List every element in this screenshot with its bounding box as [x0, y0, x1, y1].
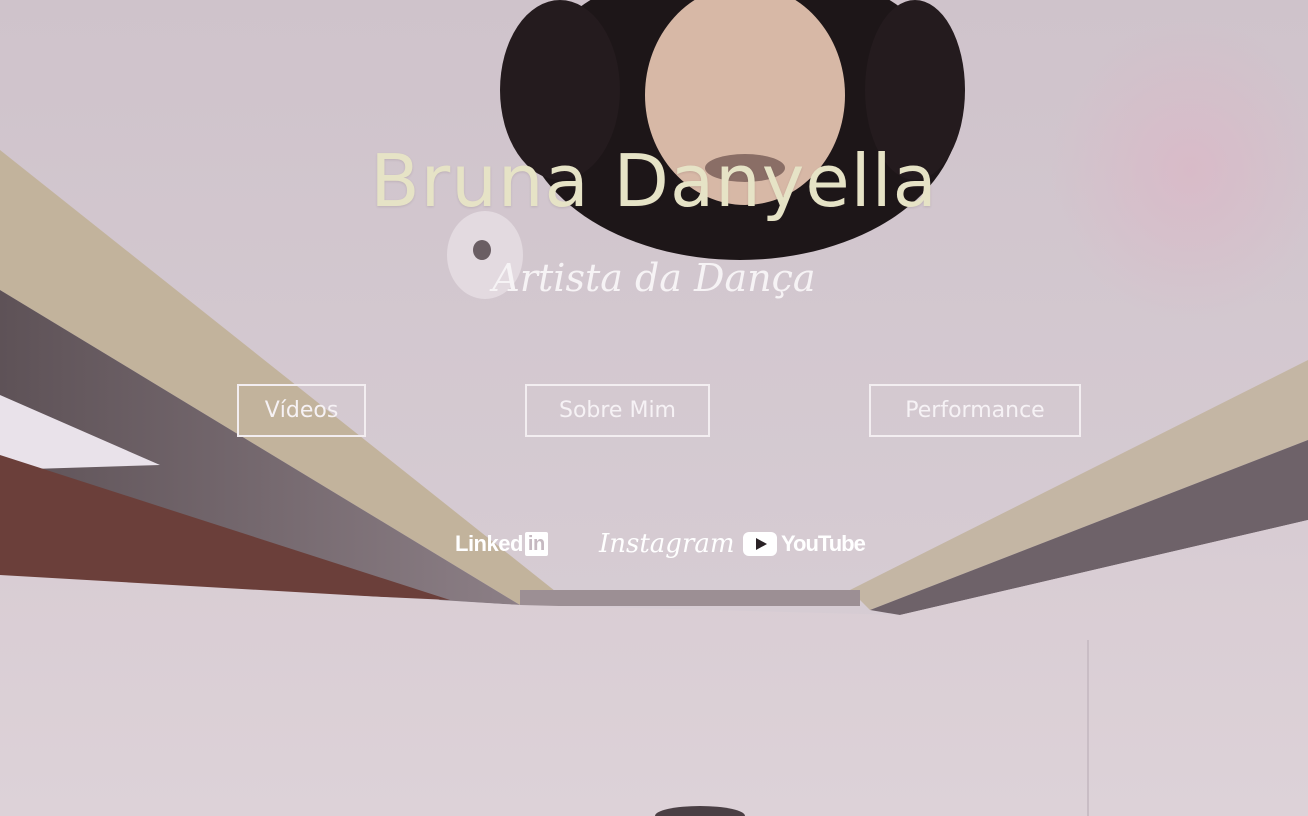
linkedin-link[interactable]: Linked in	[455, 522, 548, 566]
linkedin-logo-text: Linked	[455, 531, 523, 556]
instagram-link[interactable]: Instagram	[599, 522, 735, 566]
youtube-logo-text: YouTube	[781, 531, 866, 556]
page-subtitle: Artista da Dança	[492, 256, 816, 300]
about-me-button[interactable]: Sobre Mim	[525, 384, 710, 437]
youtube-play-icon	[743, 532, 777, 556]
hero-section: Bruna Danyella Artista da Dança Vídeos S…	[0, 0, 1308, 816]
youtube-link[interactable]: YouTube	[743, 522, 866, 566]
linkedin-icon: in	[524, 532, 548, 556]
performance-button[interactable]: Performance	[869, 384, 1081, 437]
instagram-logo-text: Instagram	[599, 529, 735, 559]
page-title: Bruna Danyella	[370, 139, 938, 223]
videos-button[interactable]: Vídeos	[237, 384, 366, 437]
